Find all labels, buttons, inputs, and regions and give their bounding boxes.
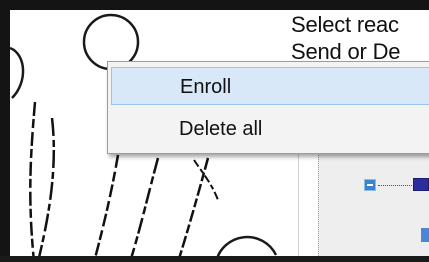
panel-divider: [298, 150, 299, 256]
tree-connector-line: [378, 185, 414, 186]
menu-item-delete-all[interactable]: Delete all: [111, 110, 429, 148]
finger-line: [36, 117, 56, 262]
finger-line: [29, 101, 37, 262]
frame-bottom-edge: [0, 256, 429, 262]
screenshot-stage: Select reac Send or De Enroll Delete all: [0, 0, 429, 262]
instruction-line-1: Select reac: [291, 12, 399, 37]
finger-line: [128, 157, 160, 262]
context-menu: Enroll Delete all: [107, 61, 429, 154]
device-item-icon[interactable]: [421, 228, 429, 242]
menu-item-enroll[interactable]: Enroll: [111, 67, 429, 105]
collapse-node-icon[interactable]: [364, 179, 376, 191]
fingertip-arc: [9, 46, 25, 99]
instruction-line-2: Send or De: [291, 39, 401, 64]
finger-line: [176, 157, 210, 262]
finger-line: [92, 154, 120, 262]
device-icon[interactable]: [413, 178, 429, 191]
device-tree-panel: [318, 150, 429, 256]
